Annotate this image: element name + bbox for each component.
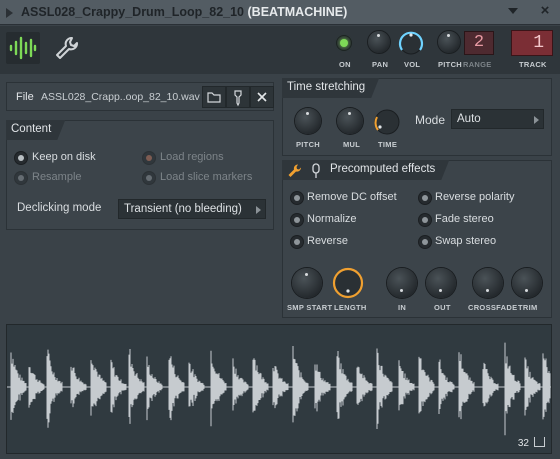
clear-file-button[interactable] bbox=[250, 86, 274, 108]
in-knob[interactable] bbox=[387, 268, 417, 298]
length-knob[interactable] bbox=[331, 266, 365, 300]
time-stretching-panel: Time stretching PITCH MUL TIME Mode Auto bbox=[282, 78, 552, 156]
title-bar[interactable]: ASSL028_Crappy_Drum_Loop_82_10 (BEATMACH… bbox=[0, 0, 560, 25]
close-icon bbox=[257, 92, 267, 102]
channel-on-led[interactable] bbox=[337, 36, 351, 50]
remove-dc-offset-label: Remove DC offset bbox=[307, 191, 397, 203]
keep-on-disk-radio[interactable] bbox=[15, 152, 27, 164]
resample-radio[interactable] bbox=[15, 172, 27, 184]
out-label: OUT bbox=[434, 303, 451, 312]
chevron-right-icon bbox=[256, 206, 261, 214]
volume-knob[interactable] bbox=[396, 28, 426, 58]
pitch-range-display[interactable]: 2 bbox=[464, 31, 494, 55]
reverse-polarity-radio[interactable] bbox=[419, 192, 431, 204]
precomputed-title: Precomputed effects bbox=[282, 160, 449, 180]
resample-label: Resample bbox=[32, 171, 82, 183]
load-regions-radio[interactable] bbox=[143, 152, 155, 164]
load-regions-label: Load regions bbox=[160, 151, 224, 163]
trim-knob[interactable] bbox=[512, 268, 542, 298]
ts-mul-label: MUL bbox=[343, 140, 361, 149]
precomputed-title-text: Precomputed effects bbox=[330, 163, 436, 175]
pin-icon bbox=[234, 90, 242, 107]
close-icon[interactable]: × bbox=[538, 3, 552, 18]
crossfade-label: CROSSFADE bbox=[468, 303, 518, 312]
pan-label: PAN bbox=[372, 60, 389, 69]
crossfade-knob[interactable] bbox=[473, 268, 503, 298]
mode-label: Mode bbox=[415, 113, 446, 127]
content-panel: Content Keep on disk Resample Load regio… bbox=[6, 120, 274, 230]
fit-view-icon[interactable] bbox=[534, 437, 545, 447]
smp-start-label: SMP START bbox=[287, 303, 333, 312]
in-label: IN bbox=[398, 303, 407, 312]
on-label: ON bbox=[339, 60, 351, 69]
swap-stereo-label: Swap stereo bbox=[435, 235, 497, 247]
length-label: LENGTH bbox=[334, 303, 367, 312]
swap-stereo-radio[interactable] bbox=[419, 236, 431, 248]
window-menu-arrow-icon[interactable] bbox=[6, 8, 13, 18]
window-title-main: ASSL028_Crappy_Drum_Loop_82_10 bbox=[21, 5, 245, 19]
precomputed-effects-panel: Precomputed effects Remove DC offset Nor… bbox=[282, 160, 552, 318]
microphone-icon[interactable] bbox=[310, 163, 322, 179]
file-name[interactable]: ASSL028_Crapp..oop_82_10.wav bbox=[41, 91, 200, 103]
file-panel: File ASSL028_Crapp..oop_82_10.wav bbox=[6, 82, 274, 111]
file-label: File bbox=[16, 91, 34, 103]
load-slice-markers-label: Load slice markers bbox=[160, 171, 253, 183]
keep-on-disk-label: Keep on disk bbox=[32, 151, 96, 163]
ts-pitch-label: PITCH bbox=[296, 140, 320, 149]
locate-file-button[interactable] bbox=[226, 86, 250, 108]
waveform-display[interactable]: 32 bbox=[6, 324, 552, 454]
out-knob[interactable] bbox=[426, 268, 456, 298]
time-stretching-title: Time stretching bbox=[282, 78, 379, 98]
ts-time-knob[interactable] bbox=[371, 106, 403, 138]
window-title: ASSL028_Crappy_Drum_Loop_82_10 (BEATMACH… bbox=[21, 5, 347, 19]
waveform-graphic bbox=[7, 342, 551, 436]
wrench-icon[interactable] bbox=[54, 35, 80, 61]
declicking-mode-select[interactable]: Transient (no bleeding) bbox=[118, 199, 266, 219]
open-folder-button[interactable] bbox=[202, 86, 226, 108]
mixer-track-display[interactable]: 1 bbox=[511, 30, 553, 56]
trim-label: TRIM bbox=[518, 303, 538, 312]
pan-knob[interactable] bbox=[368, 31, 390, 53]
sample-settings-tab[interactable] bbox=[6, 32, 40, 64]
track-label: TRACK bbox=[519, 60, 547, 69]
content-title: Content bbox=[6, 120, 65, 140]
remove-dc-offset-radio[interactable] bbox=[291, 192, 303, 204]
waveform-icon bbox=[9, 36, 37, 60]
chevron-right-icon bbox=[534, 116, 539, 124]
wrench-icon[interactable] bbox=[287, 163, 303, 179]
zoom-value: 32 bbox=[517, 438, 529, 449]
declicking-label: Declicking mode bbox=[17, 202, 102, 214]
declicking-mode-value: Transient (no bleeding) bbox=[124, 203, 242, 215]
ts-time-label: TIME bbox=[378, 140, 398, 149]
folder-icon bbox=[207, 92, 221, 103]
range-label: RANGE bbox=[463, 60, 492, 69]
pitch-label: PITCH bbox=[438, 60, 462, 69]
normalize-radio[interactable] bbox=[291, 214, 303, 226]
reverse-radio[interactable] bbox=[291, 236, 303, 248]
reverse-label: Reverse bbox=[307, 235, 348, 247]
stretch-mode-select[interactable]: Auto bbox=[451, 109, 544, 129]
smp-start-knob[interactable] bbox=[292, 268, 322, 298]
fade-stereo-radio[interactable] bbox=[419, 214, 431, 226]
pitch-knob[interactable] bbox=[438, 31, 460, 53]
ts-mul-knob[interactable] bbox=[337, 108, 363, 134]
fade-stereo-label: Fade stereo bbox=[435, 213, 494, 225]
reverse-polarity-label: Reverse polarity bbox=[435, 191, 515, 203]
window-title-sub: (BEATMACHINE) bbox=[247, 5, 348, 19]
load-slice-markers-radio[interactable] bbox=[143, 172, 155, 184]
vol-label: VOL bbox=[404, 60, 421, 69]
stretch-mode-value: Auto bbox=[457, 113, 481, 125]
normalize-label: Normalize bbox=[307, 213, 357, 225]
window-options-icon[interactable] bbox=[506, 4, 520, 18]
ts-pitch-knob[interactable] bbox=[295, 108, 321, 134]
